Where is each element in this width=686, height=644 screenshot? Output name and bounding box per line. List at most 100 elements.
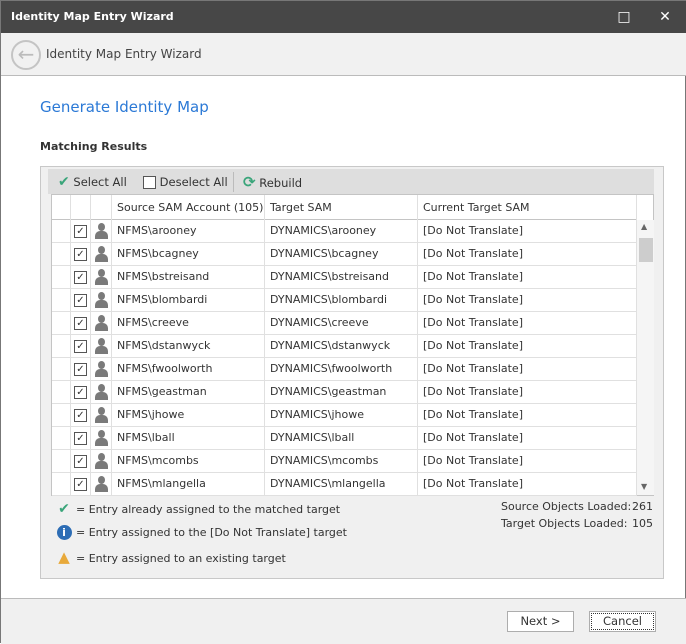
- user-icon: [91, 335, 112, 358]
- current-target-sam-cell[interactable]: [Do Not Translate]: [418, 266, 637, 289]
- row-indicator: [52, 358, 71, 381]
- checkmark-icon: ✔: [58, 501, 70, 517]
- next-button[interactable]: Next >: [507, 611, 574, 632]
- row-checkbox[interactable]: ✓: [71, 289, 91, 312]
- source-sam-cell[interactable]: NFMS\bcagney: [112, 243, 265, 266]
- deselect-all-button[interactable]: Deselect All: [143, 173, 228, 191]
- table-row[interactable]: ✓ NFMS\geastman DYNAMICS\geastman [Do No…: [52, 381, 637, 404]
- target-sam-cell[interactable]: DYNAMICS\mcombs: [265, 450, 418, 473]
- table-row[interactable]: ✓ NFMS\lball DYNAMICS\lball [Do Not Tran…: [52, 427, 637, 450]
- row-checkbox[interactable]: ✓: [71, 335, 91, 358]
- table-row[interactable]: ✓ NFMS\bcagney DYNAMICS\bcagney [Do Not …: [52, 243, 637, 266]
- target-sam-cell[interactable]: DYNAMICS\blombardi: [265, 289, 418, 312]
- row-checkbox[interactable]: ✓: [71, 312, 91, 335]
- target-sam-cell[interactable]: DYNAMICS\fwoolworth: [265, 358, 418, 381]
- source-sam-cell[interactable]: NFMS\arooney: [112, 220, 265, 243]
- row-checkbox[interactable]: ✓: [71, 266, 91, 289]
- target-sam-cell[interactable]: DYNAMICS\jhowe: [265, 404, 418, 427]
- results-grid: Source SAM Account (105) Target SAM Curr…: [51, 194, 654, 496]
- target-sam-cell[interactable]: DYNAMICS\creeve: [265, 312, 418, 335]
- column-header-source[interactable]: Source SAM Account (105): [112, 195, 265, 220]
- row-checkbox[interactable]: ✓: [71, 381, 91, 404]
- checkbox-checked-icon: ✓: [74, 316, 87, 330]
- section-title: Matching Results: [40, 140, 148, 153]
- rebuild-button[interactable]: ⟳ Rebuild: [243, 173, 302, 191]
- window-title: Identity Map Entry Wizard: [11, 10, 174, 23]
- row-checkbox[interactable]: ✓: [71, 473, 91, 496]
- header-icon: [91, 195, 112, 220]
- target-sam-cell[interactable]: DYNAMICS\bstreisand: [265, 266, 418, 289]
- source-objects-value: 261: [632, 500, 653, 513]
- row-checkbox[interactable]: ✓: [71, 404, 91, 427]
- current-target-sam-cell[interactable]: [Do Not Translate]: [418, 450, 637, 473]
- current-target-sam-cell[interactable]: [Do Not Translate]: [418, 312, 637, 335]
- current-target-sam-cell[interactable]: [Do Not Translate]: [418, 427, 637, 450]
- user-icon: [91, 243, 112, 266]
- source-sam-cell[interactable]: NFMS\jhowe: [112, 404, 265, 427]
- select-all-button[interactable]: ✔ Select All: [58, 173, 127, 191]
- row-indicator: [52, 450, 71, 473]
- user-icon: [91, 381, 112, 404]
- table-row[interactable]: ✓ NFMS\fwoolworth DYNAMICS\fwoolworth [D…: [52, 358, 637, 381]
- table-row[interactable]: ✓ NFMS\mlangella DYNAMICS\mlangella [Do …: [52, 473, 637, 496]
- current-target-sam-cell[interactable]: [Do Not Translate]: [418, 220, 637, 243]
- target-sam-cell[interactable]: DYNAMICS\dstanwyck: [265, 335, 418, 358]
- source-sam-cell[interactable]: NFMS\lball: [112, 427, 265, 450]
- row-checkbox[interactable]: ✓: [71, 220, 91, 243]
- warning-icon: ▲: [58, 548, 70, 566]
- row-checkbox[interactable]: ✓: [71, 427, 91, 450]
- row-checkbox[interactable]: ✓: [71, 358, 91, 381]
- current-target-sam-cell[interactable]: [Do Not Translate]: [418, 289, 637, 312]
- column-header-target[interactable]: Target SAM: [265, 195, 418, 220]
- current-target-sam-cell[interactable]: [Do Not Translate]: [418, 243, 637, 266]
- row-checkbox[interactable]: ✓: [71, 450, 91, 473]
- back-arrow-icon[interactable]: ←: [11, 40, 41, 70]
- source-sam-cell[interactable]: NFMS\mlangella: [112, 473, 265, 496]
- target-sam-cell[interactable]: DYNAMICS\lball: [265, 427, 418, 450]
- source-sam-cell[interactable]: NFMS\bstreisand: [112, 266, 265, 289]
- maximize-icon[interactable]: □: [612, 7, 636, 27]
- scroll-up-icon[interactable]: ▲: [641, 222, 647, 231]
- close-icon[interactable]: ✕: [653, 7, 677, 27]
- footer: Next > Cancel: [1, 598, 686, 644]
- cancel-button[interactable]: Cancel: [589, 611, 656, 632]
- target-sam-cell[interactable]: DYNAMICS\mlangella: [265, 473, 418, 496]
- current-target-sam-cell[interactable]: [Do Not Translate]: [418, 358, 637, 381]
- checkbox-checked-icon: ✓: [74, 408, 87, 422]
- source-sam-cell[interactable]: NFMS\blombardi: [112, 289, 265, 312]
- source-sam-cell[interactable]: NFMS\geastman: [112, 381, 265, 404]
- user-icon: [91, 473, 112, 496]
- scroll-down-icon[interactable]: ▼: [641, 482, 647, 491]
- table-row[interactable]: ✓ NFMS\blombardi DYNAMICS\blombardi [Do …: [52, 289, 637, 312]
- grid-header-row: Source SAM Account (105) Target SAM Curr…: [52, 195, 637, 220]
- source-sam-cell[interactable]: NFMS\fwoolworth: [112, 358, 265, 381]
- vertical-scrollbar[interactable]: ▲ ▼: [637, 220, 654, 495]
- source-objects-label: Source Objects Loaded:: [501, 500, 632, 513]
- info-icon: i: [56, 525, 72, 541]
- title-bar: Identity Map Entry Wizard □ ✕: [1, 1, 686, 33]
- column-header-current[interactable]: Current Target SAM: [418, 195, 637, 220]
- current-target-sam-cell[interactable]: [Do Not Translate]: [418, 381, 637, 404]
- target-sam-cell[interactable]: DYNAMICS\geastman: [265, 381, 418, 404]
- checkbox-checked-icon: ✓: [74, 385, 87, 399]
- scrollbar-thumb[interactable]: [639, 238, 653, 262]
- source-sam-cell[interactable]: NFMS\creeve: [112, 312, 265, 335]
- current-target-sam-cell[interactable]: [Do Not Translate]: [418, 335, 637, 358]
- user-icon: [91, 220, 112, 243]
- current-target-sam-cell[interactable]: [Do Not Translate]: [418, 473, 637, 496]
- table-row[interactable]: ✓ NFMS\bstreisand DYNAMICS\bstreisand [D…: [52, 266, 637, 289]
- current-target-sam-cell[interactable]: [Do Not Translate]: [418, 404, 637, 427]
- target-sam-cell[interactable]: DYNAMICS\bcagney: [265, 243, 418, 266]
- table-row[interactable]: ✓ NFMS\dstanwyck DYNAMICS\dstanwyck [Do …: [52, 335, 637, 358]
- source-sam-cell[interactable]: NFMS\mcombs: [112, 450, 265, 473]
- table-row[interactable]: ✓ NFMS\arooney DYNAMICS\arooney [Do Not …: [52, 220, 637, 243]
- select-all-label: Select All: [73, 175, 127, 189]
- table-row[interactable]: ✓ NFMS\creeve DYNAMICS\creeve [Do Not Tr…: [52, 312, 637, 335]
- legend-existing: ▲ = Entry assigned to an existing target: [56, 549, 286, 565]
- target-sam-cell[interactable]: DYNAMICS\arooney: [265, 220, 418, 243]
- table-row[interactable]: ✓ NFMS\jhowe DYNAMICS\jhowe [Do Not Tran…: [52, 404, 637, 427]
- source-sam-cell[interactable]: NFMS\dstanwyck: [112, 335, 265, 358]
- table-row[interactable]: ✓ NFMS\mcombs DYNAMICS\mcombs [Do Not Tr…: [52, 450, 637, 473]
- row-checkbox[interactable]: ✓: [71, 243, 91, 266]
- checkbox-checked-icon: ✓: [74, 362, 87, 376]
